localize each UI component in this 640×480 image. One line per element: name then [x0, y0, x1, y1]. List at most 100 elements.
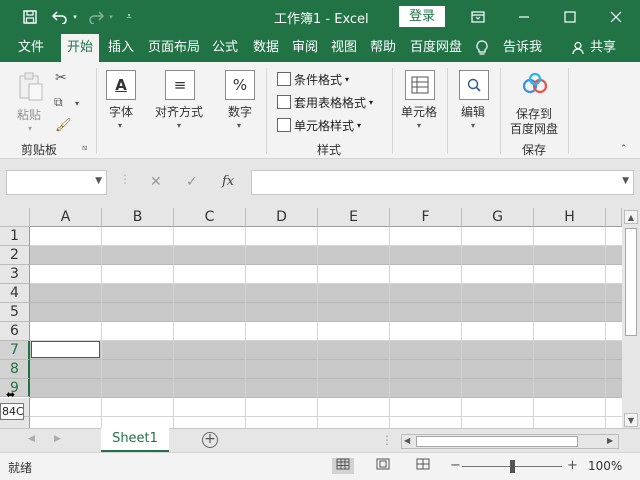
insert-function-icon[interactable]: fx [222, 174, 234, 189]
vertical-scroll-thumb[interactable] [625, 228, 637, 336]
maximize-icon[interactable] [547, 0, 593, 34]
conditional-format-button[interactable]: 条件格式 ▾ [277, 69, 349, 89]
alignment-button[interactable]: 对齐方式 [155, 103, 203, 120]
number-dropdown-icon[interactable]: ▾ [237, 121, 241, 130]
paste-icon[interactable] [18, 72, 44, 102]
paste-dropdown-icon[interactable]: ▾ [28, 124, 32, 133]
chevron-down-icon[interactable]: ▼ [95, 176, 102, 186]
font-button[interactable]: 字体 [109, 103, 133, 120]
page-layout-view-icon[interactable] [372, 458, 394, 474]
select-all-button[interactable] [0, 208, 30, 227]
next-sheet-icon[interactable]: ▶ [54, 434, 61, 444]
scroll-left-icon[interactable]: ◀ [404, 436, 410, 445]
redo-icon[interactable] [86, 7, 106, 27]
worksheet-grid[interactable]: A B C D E F G H 1 2 3 4 5 6 7 8 9 ⬌ [0, 208, 622, 428]
undo-icon[interactable] [50, 7, 70, 27]
tab-insert[interactable]: 插入 [108, 34, 134, 62]
dialog-launcher-icon[interactable]: ⧅ [82, 143, 87, 153]
zoom-in-icon[interactable]: + [567, 458, 578, 473]
column-header-f[interactable]: F [390, 208, 462, 227]
redo-dropdown-icon[interactable]: ▾ [107, 7, 115, 27]
row-header-8[interactable]: 8 [0, 360, 30, 379]
formula-input[interactable]: ▼ [251, 170, 634, 195]
tab-file[interactable]: 文件 [18, 34, 44, 62]
format-as-table-button[interactable]: 套用表格格式 ▾ [277, 92, 373, 112]
login-button[interactable]: 登录 [399, 6, 445, 27]
save-to-netdisk-line2[interactable]: 百度网盘 [510, 120, 558, 137]
tab-data[interactable]: 数据 [253, 34, 279, 62]
column-header-c[interactable]: C [174, 208, 246, 227]
copy-dropdown-icon[interactable]: ▾ [75, 99, 79, 108]
zoom-slider-thumb[interactable] [510, 460, 515, 473]
add-sheet-icon[interactable]: + [202, 432, 218, 448]
minimize-icon[interactable] [501, 0, 547, 34]
tab-help[interactable]: 帮助 [370, 34, 396, 62]
zoom-level[interactable]: 100% [588, 459, 622, 473]
share-button[interactable]: 共享 [590, 34, 616, 62]
baidu-netdisk-icon[interactable] [521, 72, 549, 98]
column-header-d[interactable]: D [246, 208, 318, 227]
enter-icon[interactable]: ✓ [186, 174, 198, 190]
collapse-ribbon-icon[interactable]: ⌃ [620, 144, 628, 154]
paste-button[interactable]: 粘贴 [17, 106, 41, 123]
tab-baidu-netdisk[interactable]: 百度网盘 [410, 34, 462, 62]
tab-formulas[interactable]: 公式 [212, 34, 238, 62]
tab-view[interactable]: 视图 [331, 34, 357, 62]
customize-icon[interactable]: ⩡ [122, 7, 136, 27]
lightbulb-icon[interactable] [476, 34, 488, 62]
sheet-tab-sheet1[interactable]: Sheet1 [101, 428, 169, 452]
cells-button[interactable]: 单元格 [401, 103, 437, 120]
editing-dropdown-icon[interactable]: ▾ [471, 121, 475, 130]
scroll-up-icon[interactable]: ▲ [624, 210, 638, 224]
expand-formula-icon[interactable]: ▼ [622, 176, 629, 186]
row-header-5[interactable]: 5 [0, 303, 30, 322]
active-cell[interactable] [31, 341, 100, 358]
cancel-icon[interactable]: ✕ [150, 174, 162, 190]
normal-view-icon[interactable] [332, 458, 354, 474]
tab-splitter-icon[interactable]: ⋮ [381, 433, 393, 447]
row-header-2[interactable]: 2 [0, 246, 30, 265]
alignment-dropdown-icon[interactable]: ▾ [177, 121, 181, 130]
tab-page-layout[interactable]: 页面布局 [148, 34, 200, 62]
column-header-e[interactable]: E [318, 208, 390, 227]
cut-icon[interactable]: ✂ [55, 70, 67, 86]
font-icon[interactable]: A [106, 70, 136, 100]
column-header-partial[interactable] [606, 208, 622, 227]
font-dropdown-icon[interactable]: ▾ [118, 121, 122, 130]
column-header-a[interactable]: A [30, 208, 102, 227]
save-icon[interactable] [20, 7, 40, 27]
format-painter-icon[interactable]: 🖌 [55, 118, 72, 133]
vertical-scrollbar[interactable]: ▲ ▼ [622, 208, 640, 428]
editing-button[interactable]: 编辑 [461, 103, 485, 120]
horizontal-scrollbar[interactable]: ◀ ▶ [401, 434, 619, 449]
row-header-7[interactable]: 7 [0, 341, 30, 360]
tab-home[interactable]: 开始 [61, 34, 100, 62]
number-format-icon[interactable]: % [225, 70, 255, 100]
row-header-6[interactable]: 6 [0, 322, 30, 341]
scroll-right-icon[interactable]: ▶ [607, 436, 613, 445]
row-header-1[interactable]: 1 [0, 227, 30, 246]
scroll-down-icon[interactable]: ▼ [624, 413, 638, 427]
name-box[interactable]: ▼ [6, 170, 107, 195]
zoom-out-icon[interactable]: − [450, 458, 461, 473]
cells-dropdown-icon[interactable]: ▾ [417, 121, 421, 130]
row-header-4[interactable]: 4 [0, 284, 30, 303]
share-icon[interactable] [572, 34, 586, 62]
cells-icon[interactable] [405, 70, 435, 100]
prev-sheet-icon[interactable]: ◀ [28, 434, 35, 444]
tab-review[interactable]: 审阅 [292, 34, 318, 62]
column-header-g[interactable]: G [462, 208, 534, 227]
ribbon-display-icon[interactable] [455, 0, 501, 34]
copy-icon[interactable]: ⧉ [54, 95, 63, 110]
number-button[interactable]: 数字 [228, 103, 252, 120]
horizontal-scroll-thumb[interactable] [416, 436, 578, 447]
close-icon[interactable] [593, 0, 639, 34]
alignment-icon[interactable]: ≡ [165, 70, 195, 100]
column-header-b[interactable]: B [102, 208, 174, 227]
tell-me-search[interactable]: 告诉我 [503, 34, 542, 62]
row-header-3[interactable]: 3 [0, 265, 30, 284]
column-header-h[interactable]: H [534, 208, 606, 227]
page-break-view-icon[interactable] [412, 458, 434, 474]
cell-styles-button[interactable]: 单元格样式 ▾ [277, 115, 361, 135]
undo-dropdown-icon[interactable]: ▾ [71, 7, 79, 27]
